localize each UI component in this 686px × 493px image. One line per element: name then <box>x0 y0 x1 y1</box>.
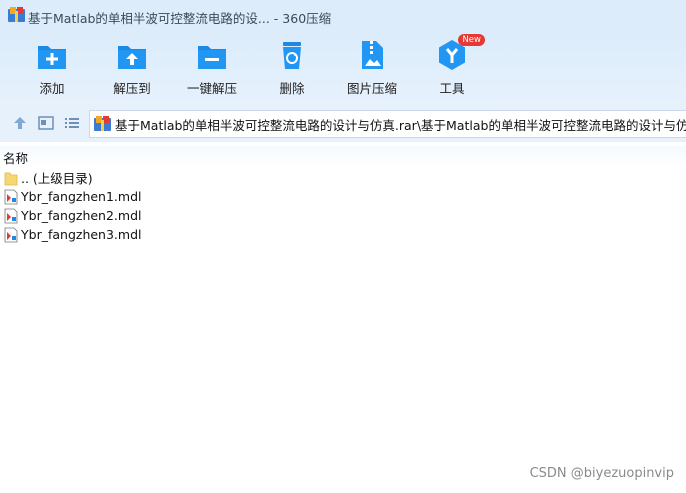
one-click-extract-icon <box>198 46 226 69</box>
mdl-file-icon <box>4 189 18 204</box>
list-item[interactable]: Ybr_fangzhen3.mdl <box>0 225 686 244</box>
one-click-extract-button[interactable]: 一键解压 <box>172 38 252 98</box>
archive-app-icon <box>8 7 25 22</box>
column-header-name[interactable]: 名称 <box>3 148 28 167</box>
add-label: 添加 <box>39 81 65 96</box>
add-button[interactable]: 添加 <box>12 38 92 98</box>
list-item[interactable]: Ybr_fangzhen1.mdl <box>0 187 686 206</box>
navigation-bar: 基于Matlab的单相半波可控整流电路的设计与仿真.rar\基于Matlab的单… <box>0 104 686 142</box>
app-window: 基于Matlab的单相半波可控整流电路的设... - 360压缩 添加 解压到 <box>0 0 686 493</box>
parent-folder-icon <box>4 172 18 185</box>
detail-view-icon[interactable] <box>37 114 55 132</box>
one-click-extract-label: 一键解压 <box>186 81 237 96</box>
mdl-file-icon <box>4 227 18 242</box>
list-item[interactable]: Ybr_fangzhen2.mdl <box>0 206 686 225</box>
image-compress-icon <box>362 41 383 69</box>
new-badge: New <box>458 34 485 46</box>
list-item-parent-directory[interactable]: .. (上级目录) <box>0 168 686 187</box>
tools-button[interactable]: New 工具 <box>412 34 492 98</box>
window-title: 基于Matlab的单相半波可控整流电路的设... - 360压缩 <box>28 11 332 26</box>
recycle-bin-icon <box>283 42 301 69</box>
file-name: Ybr_fangzhen3.mdl <box>21 227 142 242</box>
tools-label: 工具 <box>439 81 465 96</box>
address-path: 基于Matlab的单相半波可控整流电路的设计与仿真.rar\基于Matlab的单… <box>115 117 686 133</box>
file-name: Ybr_fangzhen2.mdl <box>21 208 142 223</box>
address-bar[interactable]: 基于Matlab的单相半波可控整流电路的设计与仿真.rar\基于Matlab的单… <box>89 110 686 138</box>
delete-label: 删除 <box>279 81 305 96</box>
delete-button[interactable]: 删除 <box>252 38 332 98</box>
tools-icon-wrap: New <box>435 34 485 72</box>
extract-to-button[interactable]: 解压到 <box>92 38 172 98</box>
toolbar: 添加 解压到 一键解压 删除 图片压缩 New 工具 <box>0 32 686 104</box>
file-name: Ybr_fangzhen1.mdl <box>21 189 142 204</box>
mdl-file-icon <box>4 208 18 223</box>
extract-to-icon <box>118 46 146 69</box>
up-arrow-icon[interactable] <box>11 114 29 132</box>
file-list-header: 名称 <box>0 146 686 166</box>
watermark: CSDN @biyezuopinvip <box>529 466 674 481</box>
archive-icon <box>94 116 111 131</box>
image-compress-label: 图片压缩 <box>346 81 397 96</box>
title-bar: 基于Matlab的单相半波可控整流电路的设... - 360压缩 <box>0 0 686 32</box>
add-folder-icon <box>38 46 66 69</box>
extract-to-label: 解压到 <box>113 81 151 96</box>
image-compress-button[interactable]: 图片压缩 <box>332 38 412 98</box>
file-list: .. (上级目录) Ybr_fangzhen1.mdl Ybr_fangzhen… <box>0 168 686 244</box>
file-name: .. (上级目录) <box>21 171 93 186</box>
list-view-icon[interactable] <box>63 114 81 132</box>
